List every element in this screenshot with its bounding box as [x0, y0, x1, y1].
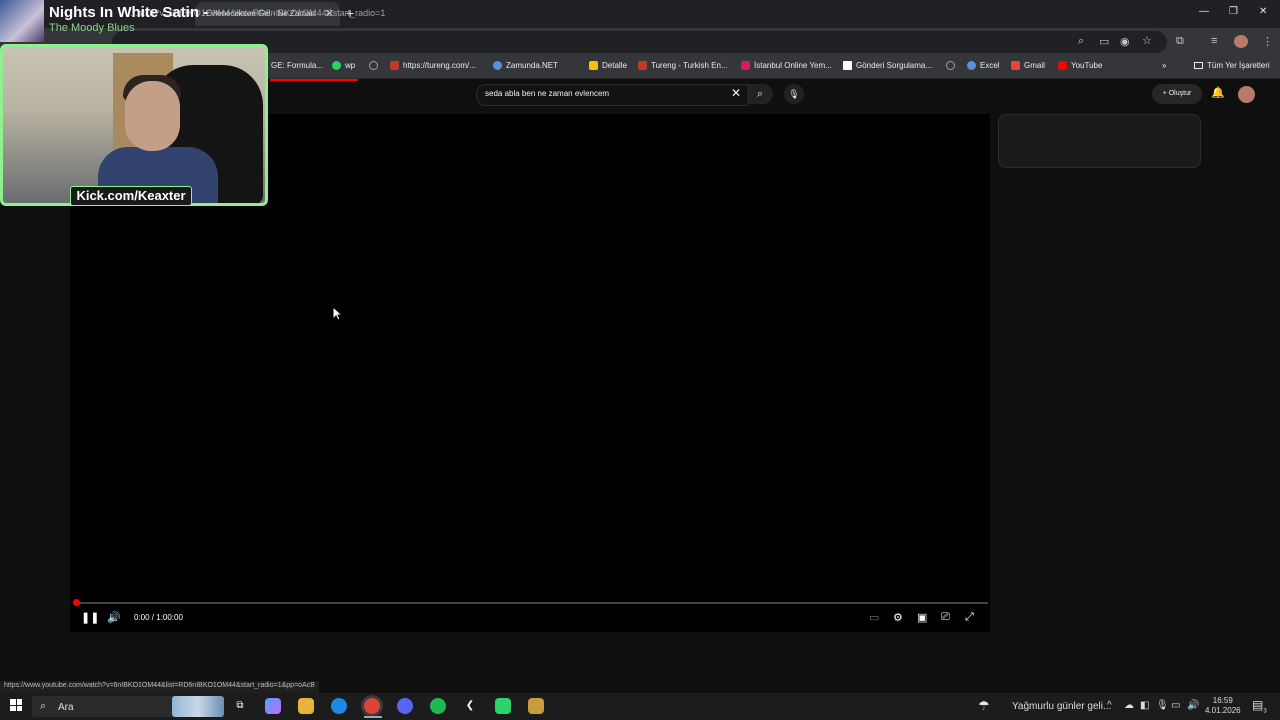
- tray-expand-icon[interactable]: ^: [1107, 700, 1112, 711]
- taskbar-search-label: Ara: [58, 702, 74, 713]
- task-view-icon[interactable]: ⧉: [232, 698, 248, 714]
- folder-icon: [1194, 62, 1203, 69]
- bookmark-item[interactable]: YouTube: [1058, 61, 1102, 70]
- weather-text[interactable]: Yağmurlu günler geli...: [1012, 701, 1111, 712]
- album-art: [0, 0, 44, 42]
- bookmark-item[interactable]: Excel: [967, 61, 1000, 70]
- bookmarks-overflow-icon[interactable]: »: [1162, 61, 1166, 70]
- create-button[interactable]: + Oluştur: [1152, 84, 1202, 104]
- clock-time: 16:59: [1212, 696, 1233, 705]
- cast-icon[interactable]: ⎚: [941, 611, 950, 624]
- notifications-bell-icon[interactable]: 🔔: [1211, 86, 1225, 99]
- bookmark-item[interactable]: Tureng - Turkish En...: [638, 61, 728, 70]
- tureng-icon: [638, 61, 647, 70]
- minimize-icon[interactable]: —: [1199, 6, 1209, 17]
- bookmark-item[interactable]: İstanbul Online Yem...: [741, 61, 832, 70]
- cloud-icon[interactable]: ☁: [1124, 700, 1134, 711]
- speaker-icon[interactable]: 🔊: [1187, 700, 1199, 711]
- search-icon: ⌕: [40, 700, 47, 712]
- tray-app-icon[interactable]: ◧: [1140, 700, 1149, 711]
- profile-avatar[interactable]: [1234, 35, 1248, 48]
- excel-icon: [967, 61, 976, 70]
- all-bookmarks[interactable]: Tüm Yer İşaretleri: [1194, 61, 1270, 70]
- search-icon: ⌕: [756, 88, 764, 100]
- webcam-overlay: [0, 44, 268, 206]
- notification-count: 3: [1263, 708, 1267, 715]
- bookmark-item[interactable]: [369, 61, 378, 70]
- webcam-person-face: [125, 81, 180, 151]
- bookmark-item[interactable]: Detalle: [589, 61, 627, 70]
- side-panel-card: [998, 114, 1201, 168]
- now-playing-title: Nights In White Satin -: [49, 4, 209, 21]
- extensions-icon[interactable]: ⧉: [1176, 35, 1184, 48]
- volume-icon[interactable]: 🔊: [107, 611, 121, 624]
- weather-rain-icon[interactable]: ☂: [978, 698, 990, 714]
- bookmark-item[interactable]: Gönderi Sorgulama...: [843, 61, 932, 70]
- page-load-bar: [270, 79, 358, 81]
- app-arrow-icon[interactable]: ❮: [462, 698, 478, 714]
- settings-gear-icon[interactable]: ⚙: [893, 611, 903, 624]
- time-display: 0:00 / 1:00:00: [134, 613, 183, 622]
- cast-icon[interactable]: ▭: [1099, 35, 1109, 48]
- microphone-icon[interactable]: 🎙: [1156, 700, 1169, 711]
- detalle-icon: [589, 61, 598, 70]
- bookmark-item[interactable]: Gmail: [1011, 61, 1045, 70]
- miniplayer-icon[interactable]: ▣: [917, 611, 927, 624]
- globe-icon: [369, 61, 378, 70]
- active-app-indicator: [364, 716, 382, 718]
- taskbar-clock[interactable]: 16:59 4.01.2026: [1205, 696, 1241, 716]
- kick-app-icon[interactable]: [495, 698, 511, 714]
- discord-icon[interactable]: [397, 698, 413, 714]
- microphone-icon: 🎙: [788, 89, 800, 99]
- edge-icon[interactable]: [331, 698, 347, 714]
- window-close-icon[interactable]: ✕: [1259, 6, 1267, 17]
- hide-eye-icon[interactable]: ◉: [1120, 35, 1130, 48]
- search-highlight-image: [172, 696, 224, 717]
- maximize-icon[interactable]: ❐: [1229, 6, 1238, 17]
- stream-label: Kick.com/Keaxter: [70, 186, 192, 206]
- clock-date: 4.01.2026: [1205, 706, 1241, 715]
- bookmark-item[interactable]: Zamunda.NET: [493, 61, 558, 70]
- shipment-icon: [843, 61, 852, 70]
- spotify-icon[interactable]: [430, 698, 446, 714]
- clear-search-icon[interactable]: ✕: [731, 86, 741, 100]
- windows-start-icon[interactable]: [10, 699, 22, 711]
- bookmark-item[interactable]: https://tureng.com/...: [390, 61, 476, 70]
- league-client-icon[interactable]: [528, 698, 544, 714]
- search-button[interactable]: ⌕: [747, 84, 773, 104]
- youtube-icon: [1058, 61, 1067, 70]
- pause-icon[interactable]: ❚❚: [81, 611, 99, 624]
- notification-center-icon[interactable]: ▤3: [1252, 698, 1267, 714]
- menu-kebab-icon[interactable]: ⋮: [1262, 35, 1273, 48]
- tureng-icon: [390, 61, 399, 70]
- omnibox[interactable]: [112, 31, 1167, 53]
- avatar[interactable]: [1238, 86, 1255, 103]
- bookmark-star-icon[interactable]: ☆: [1142, 34, 1152, 47]
- progress-bar[interactable]: [74, 602, 988, 604]
- copilot-icon[interactable]: [265, 698, 281, 714]
- bookmark-item[interactable]: wp: [332, 61, 355, 70]
- media-control-icon[interactable]: ≡: [1211, 35, 1217, 47]
- file-explorer-icon[interactable]: [298, 698, 314, 714]
- gmail-icon: [1011, 61, 1020, 70]
- network-icon[interactable]: ▭: [1171, 700, 1180, 711]
- mouse-cursor-icon: [332, 306, 342, 321]
- fullscreen-icon[interactable]: ⤢: [965, 611, 974, 624]
- bookmark-item[interactable]: [946, 61, 955, 70]
- now-playing-artist: The Moody Blues: [49, 22, 135, 34]
- zoom-icon[interactable]: ⌕: [1078, 35, 1084, 48]
- chrome-icon[interactable]: [364, 698, 380, 714]
- progress-scrubber[interactable]: [73, 599, 80, 606]
- whatsapp-icon: [332, 61, 341, 70]
- zamunda-icon: [493, 61, 502, 70]
- voice-search-button[interactable]: 🎙: [784, 84, 804, 104]
- bookmark-item[interactable]: GE: Formula...: [271, 61, 323, 70]
- globe-icon: [946, 61, 955, 70]
- yemeksepeti-icon: [741, 61, 750, 70]
- search-input-value: seda abla ben ne zaman evlencem: [485, 89, 610, 98]
- subtitles-icon[interactable]: ▭: [869, 611, 879, 624]
